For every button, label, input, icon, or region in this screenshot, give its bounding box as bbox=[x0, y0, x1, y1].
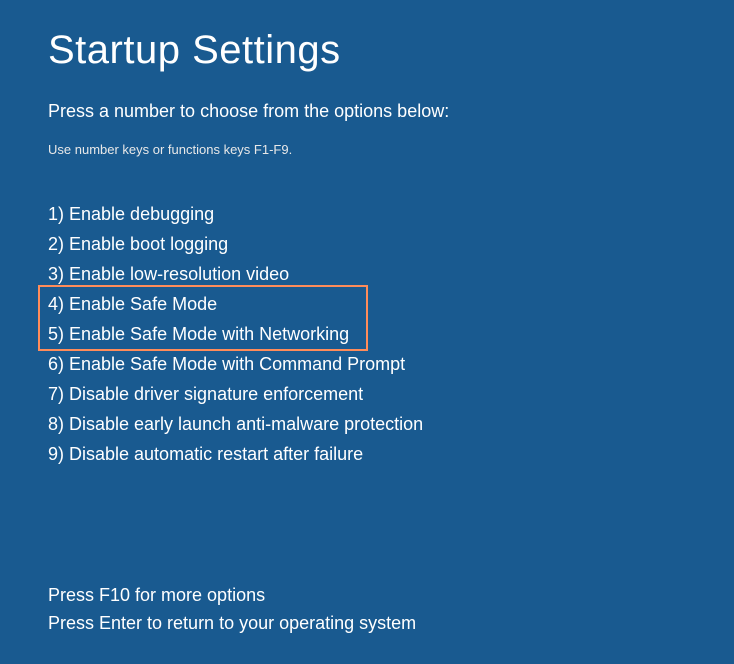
option-4[interactable]: 4) Enable Safe Mode bbox=[48, 289, 686, 319]
option-1[interactable]: 1) Enable debugging bbox=[48, 199, 686, 229]
page-subtitle: Press a number to choose from the option… bbox=[48, 101, 686, 122]
option-9[interactable]: 9) Disable automatic restart after failu… bbox=[48, 439, 686, 469]
option-3[interactable]: 3) Enable low-resolution video bbox=[48, 259, 686, 289]
footer: Press F10 for more options Press Enter t… bbox=[48, 581, 686, 637]
footer-more-options: Press F10 for more options bbox=[48, 581, 686, 609]
footer-return: Press Enter to return to your operating … bbox=[48, 609, 686, 637]
page-hint: Use number keys or functions keys F1-F9. bbox=[48, 142, 686, 157]
option-7[interactable]: 7) Disable driver signature enforcement bbox=[48, 379, 686, 409]
option-8[interactable]: 8) Disable early launch anti-malware pro… bbox=[48, 409, 686, 439]
option-6[interactable]: 6) Enable Safe Mode with Command Prompt bbox=[48, 349, 686, 379]
options-list: 1) Enable debugging 2) Enable boot loggi… bbox=[48, 199, 686, 469]
option-2[interactable]: 2) Enable boot logging bbox=[48, 229, 686, 259]
page-title: Startup Settings bbox=[48, 28, 686, 73]
option-5[interactable]: 5) Enable Safe Mode with Networking bbox=[48, 319, 686, 349]
